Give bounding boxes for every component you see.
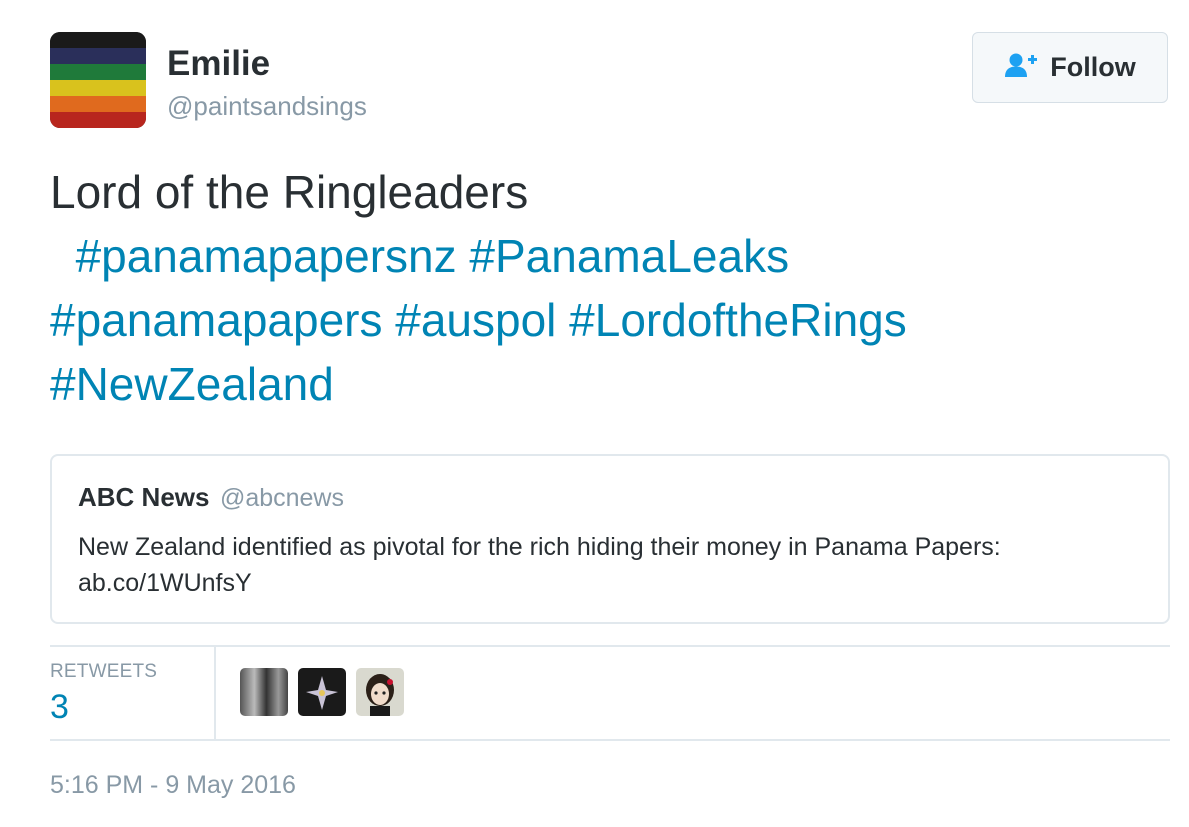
follow-user-plus-icon [1004, 52, 1038, 83]
tweet-text: Lord of the Ringleaders #panamapapersnz … [50, 160, 1160, 416]
retweets-count[interactable]: 3 [50, 688, 69, 727]
hashtag-link[interactable]: #panamapapersnz [76, 230, 457, 282]
quoted-author-name: ABC News [78, 482, 210, 512]
retweeter-avatar[interactable] [240, 668, 288, 716]
hashtag-link[interactable]: #LordoftheRings [569, 294, 907, 346]
hashtag-link[interactable]: #auspol [395, 294, 556, 346]
retweeter-avatar[interactable] [356, 668, 404, 716]
author-name[interactable]: Emilie [167, 44, 270, 84]
follow-button[interactable]: Follow [972, 32, 1168, 103]
author-avatar[interactable] [50, 32, 146, 128]
stats-bottom-divider [50, 739, 1170, 741]
hashtag-link[interactable]: #NewZealand [50, 358, 334, 410]
stats-top-divider [50, 645, 1170, 647]
stats-separator [214, 646, 216, 739]
follow-label: Follow [1050, 52, 1136, 82]
quoted-tweet-text: New Zealand identified as pivotal for th… [78, 529, 1142, 601]
tweet-body: Lord of the Ringleaders [50, 166, 529, 218]
quoted-tweet-card[interactable]: ABC News @abcnews New Zealand identified… [50, 454, 1170, 624]
hashtag-link[interactable]: #panamapapers [50, 294, 382, 346]
retweets-label: RETWEETS [50, 661, 158, 682]
quoted-link[interactable]: ab.co/1WUnfsY [78, 569, 252, 597]
author-handle[interactable]: @paintsandsings [167, 91, 367, 122]
quoted-text-body: New Zealand identified as pivotal for th… [78, 533, 1001, 561]
retweeter-avatars [240, 668, 404, 716]
hashtag-link[interactable]: #PanamaLeaks [469, 230, 789, 282]
tweet-timestamp[interactable]: 5:16 PM - 9 May 2016 [50, 771, 296, 800]
retweeter-avatar[interactable] [298, 668, 346, 716]
quoted-author-handle: @abcnews [219, 484, 344, 512]
